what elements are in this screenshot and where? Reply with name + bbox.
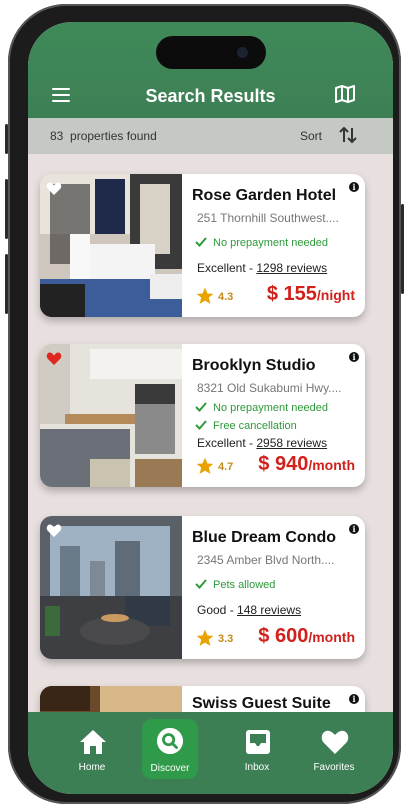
tab-inbox-label: Inbox xyxy=(244,762,270,773)
listing-feature: No prepayment needed xyxy=(195,237,328,249)
map-icon[interactable] xyxy=(334,85,356,103)
check-icon xyxy=(195,237,207,247)
results-count-number: 83 xyxy=(50,129,64,143)
tab-discover[interactable]: Discover xyxy=(142,719,198,779)
listing-review: Excellent - 1298 reviews xyxy=(197,261,327,275)
dynamic-island xyxy=(156,36,266,69)
results-bar: 83 properties found Sort xyxy=(28,118,393,154)
listing-name: Swiss Guest Suite xyxy=(192,695,331,712)
review-separator: - xyxy=(245,436,257,450)
favorite-heart-icon[interactable] xyxy=(46,524,62,538)
home-icon xyxy=(80,730,106,754)
sort-label[interactable]: Sort xyxy=(300,129,322,143)
info-icon[interactable]: i xyxy=(349,352,359,362)
star-icon xyxy=(196,287,214,304)
price-amount: $ 940 xyxy=(258,453,309,475)
check-icon xyxy=(195,420,207,430)
listing-feature-text: Pets allowed xyxy=(213,579,276,591)
listing-price: $ 940/month xyxy=(258,453,355,476)
price-unit: /month xyxy=(308,629,355,645)
mute-switch xyxy=(5,124,8,154)
info-icon[interactable]: i xyxy=(349,694,359,704)
review-separator: - xyxy=(226,603,238,617)
listing-feature-text: No prepayment needed xyxy=(213,402,328,414)
listing-address: 2345 Amber Blvd North.... xyxy=(197,553,335,567)
listing-feature-text: Free cancellation xyxy=(213,420,297,432)
listing-address: 251 Thornhill Southwest.... xyxy=(197,211,339,225)
info-icon[interactable]: i xyxy=(349,182,359,192)
listing-name: Brooklyn Studio xyxy=(192,357,316,374)
star-icon xyxy=(196,457,214,474)
review-separator: - xyxy=(245,261,257,275)
listing-feature: No prepayment needed xyxy=(195,402,328,414)
tab-home-label: Home xyxy=(78,762,106,773)
price-unit: /month xyxy=(308,457,355,473)
listing-feature-text: No prepayment needed xyxy=(213,237,328,249)
results-count-label: properties found xyxy=(70,129,157,143)
listing-feature: Free cancellation xyxy=(195,420,297,432)
tab-discover-label: Discover xyxy=(150,763,190,774)
listing-card[interactable]: i Brooklyn Studio 8321 Old Sukabumi Hwy.… xyxy=(40,344,365,487)
rating-score: 4.3 xyxy=(218,291,234,303)
camera-icon xyxy=(237,47,248,58)
listing-card[interactable]: i Blue Dream Condo 2345 Amber Blvd North… xyxy=(40,516,365,659)
listing-review: Good - 148 reviews xyxy=(197,603,301,617)
tab-favorites-label: Favorites xyxy=(313,762,355,773)
power-button xyxy=(401,204,404,294)
listing-feature: Pets allowed xyxy=(195,579,275,591)
reviews-link[interactable]: 2958 reviews xyxy=(256,436,327,450)
volume-up-button xyxy=(5,179,8,239)
star-icon xyxy=(196,629,214,646)
price-amount: $ 155 xyxy=(266,283,317,305)
rating-score: 3.3 xyxy=(218,633,234,645)
results-count: 83 properties found xyxy=(50,129,157,143)
listing-address: 8321 Old Sukabumi Hwy.... xyxy=(197,381,342,395)
listing-name: Rose Garden Hotel xyxy=(192,187,337,204)
app-screen: Search Results 83 properties found Sort xyxy=(28,22,393,794)
search-icon xyxy=(156,727,184,755)
favorite-heart-icon[interactable] xyxy=(46,182,62,196)
rating-score: 4.7 xyxy=(218,461,234,473)
listing-card[interactable]: i Rose Garden Hotel 251 Thornhill Southw… xyxy=(40,174,365,317)
rating-word: Excellent xyxy=(197,261,246,275)
rating-word: Excellent xyxy=(197,436,246,450)
sort-icon[interactable] xyxy=(338,126,358,144)
inbox-icon xyxy=(246,730,270,754)
volume-down-button xyxy=(5,254,8,314)
heart-icon xyxy=(321,730,349,754)
listing-review: Excellent - 2958 reviews xyxy=(197,436,327,450)
price-unit: /night xyxy=(316,287,355,303)
listing-price: $ 155/night xyxy=(267,283,355,306)
phone-frame: Search Results 83 properties found Sort xyxy=(5,4,404,804)
price-amount: $ 600 xyxy=(258,625,309,647)
reviews-link[interactable]: 1298 reviews xyxy=(256,261,327,275)
reviews-link[interactable]: 148 reviews xyxy=(237,603,301,617)
bottom-tab-bar: Home Discover Inbox Favorites xyxy=(28,712,393,794)
listing-price: $ 600/month xyxy=(258,625,355,648)
check-icon xyxy=(195,402,207,412)
favorite-heart-icon[interactable] xyxy=(46,352,62,366)
info-icon[interactable]: i xyxy=(349,524,359,534)
listing-name: Blue Dream Condo xyxy=(192,529,337,546)
rating-word: Good xyxy=(197,603,227,617)
check-icon xyxy=(195,579,207,589)
